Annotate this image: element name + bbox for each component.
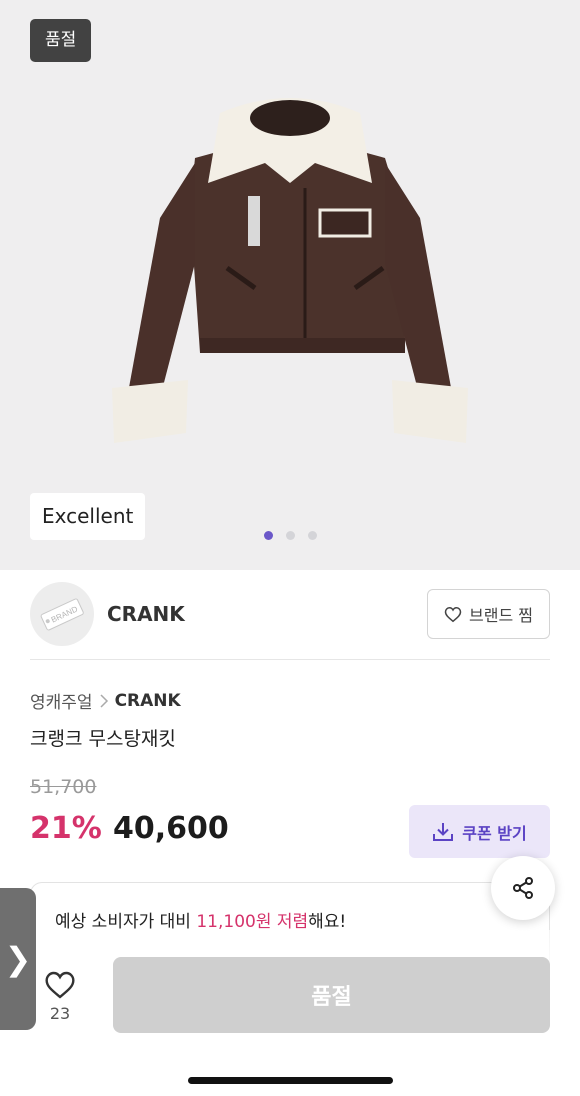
brand-favorite-label: 브랜드 찜	[469, 606, 533, 625]
original-price: 51,700	[30, 776, 97, 798]
home-indicator	[188, 1077, 393, 1084]
saving-suffix: 해요!	[308, 912, 347, 932]
chevron-right-icon: ❯	[4, 940, 32, 978]
carousel-dot-3[interactable]	[308, 531, 317, 540]
side-drawer-tab[interactable]: ❯	[0, 888, 36, 1030]
coupon-button[interactable]: 쿠폰 받기	[409, 805, 550, 858]
saving-highlight: 11,100원 저렴	[196, 912, 309, 932]
share-icon	[513, 877, 533, 899]
sale-price: 40,600	[113, 811, 229, 846]
product-title: 크랭크 무스탕재킷	[30, 728, 176, 750]
jacket-photo	[112, 98, 468, 443]
discount-rate: 21%	[30, 811, 102, 846]
saving-text: 예상 소비자가 대비 11,100원 저렴해요!	[55, 907, 346, 932]
condition-badge: Excellent	[30, 493, 146, 540]
download-icon	[433, 822, 454, 841]
carousel-dot-1[interactable]	[264, 531, 273, 540]
coupon-label: 쿠폰 받기	[462, 823, 527, 843]
heart-outline-icon	[45, 971, 75, 999]
like-button[interactable]: 23	[40, 970, 80, 1030]
carousel-dot-2[interactable]	[286, 531, 295, 540]
breadcrumb-brand[interactable]: CRANK	[115, 691, 181, 711]
brand-tag-icon: BRAND	[40, 598, 84, 631]
soldout-purchase-button[interactable]: 품절	[113, 957, 550, 1033]
carousel-pagination	[264, 531, 317, 540]
brand-name[interactable]: CRANK	[107, 602, 185, 626]
brand-favorite-button[interactable]: 브랜드 찜	[427, 589, 550, 639]
like-count: 23	[49, 1004, 71, 1023]
breadcrumb-category[interactable]: 영캐주얼	[30, 688, 93, 713]
saving-prefix: 예상 소비자가 대비	[55, 912, 197, 932]
brand-logo[interactable]: BRAND	[30, 582, 94, 646]
soldout-badge: 품절	[30, 19, 92, 62]
heart-outline-icon	[444, 606, 462, 622]
share-button[interactable]	[491, 856, 555, 920]
breadcrumb: 영캐주얼 CRANK	[30, 688, 181, 714]
brand-row: BRAND CRANK 브랜드 찜	[30, 580, 550, 660]
product-image-carousel[interactable]: 품절 Excellent	[0, 0, 580, 570]
chevron-right-icon	[100, 693, 108, 708]
